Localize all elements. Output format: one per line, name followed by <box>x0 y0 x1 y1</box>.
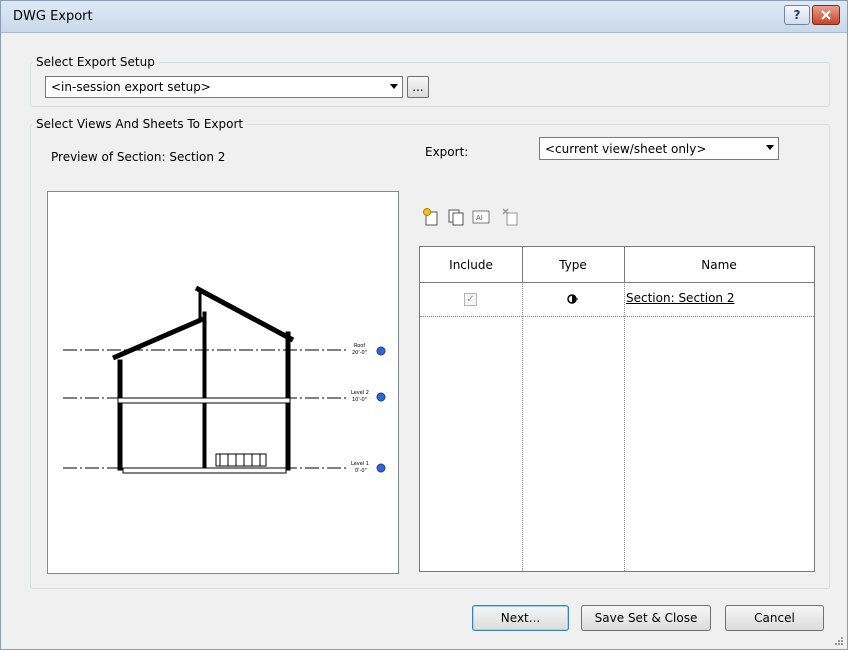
column-divider <box>522 247 523 571</box>
views-table: Include Type Name ✓ Section: Section 2 <box>419 246 815 572</box>
level-elev-roof: 20'-0" <box>352 350 367 356</box>
modify-setup-button[interactable]: ... <box>407 76 429 98</box>
column-include[interactable]: Include <box>420 247 522 283</box>
view-name-link[interactable]: Section: Section 2 <box>626 291 734 305</box>
export-setup-select[interactable]: <in-session export setup> <box>45 76 403 98</box>
section-drawing: Roof 20'-0" Level 2 10'-0" Level 1 0'-0" <box>63 285 386 474</box>
rename-set-icon[interactable]: AI <box>471 207 491 227</box>
table-header: Include Type Name <box>420 247 814 283</box>
close-button[interactable] <box>812 5 840 25</box>
export-scope-select[interactable]: <current view/sheet only> <box>539 137 779 160</box>
help-icon: ? <box>793 8 801 22</box>
cancel-button[interactable]: Cancel <box>725 605 824 631</box>
section-view-icon <box>567 294 578 304</box>
export-setup-legend: Select Export Setup <box>36 55 155 69</box>
level-label-2: Level 2 <box>351 390 369 396</box>
column-divider <box>624 247 625 571</box>
dwg-export-dialog: DWG Export ? Select Export Setup <in-ses… <box>0 0 848 650</box>
row-divider <box>420 316 814 317</box>
export-setup-value: <in-session export setup> <box>51 80 211 94</box>
header-divider <box>522 247 523 283</box>
duplicate-set-icon[interactable] <box>446 207 466 227</box>
resize-grip-icon[interactable] <box>834 636 844 646</box>
chevron-down-icon <box>766 145 774 150</box>
window-title: DWG Export <box>13 9 93 24</box>
next-button[interactable]: Next... <box>472 605 569 631</box>
level-elev-2: 10'-0" <box>352 397 367 403</box>
ellipsis-icon: ... <box>412 80 424 94</box>
preview-title: Preview of Section: Section 2 <box>51 150 226 164</box>
chevron-down-icon <box>390 84 398 89</box>
section-preview: Roof 20'-0" Level 2 10'-0" Level 1 0'-0" <box>47 191 399 574</box>
include-checkbox[interactable]: ✓ <box>464 293 477 306</box>
views-sheets-legend: Select Views And Sheets To Export <box>36 117 244 131</box>
level-label-1: Level 1 <box>351 461 369 467</box>
svg-text:AI: AI <box>476 214 483 222</box>
delete-set-icon[interactable] <box>501 207 521 227</box>
column-type[interactable]: Type <box>522 247 624 283</box>
new-set-icon[interactable] <box>421 207 441 227</box>
close-icon <box>821 10 831 20</box>
export-label: Export: <box>425 145 469 159</box>
title-bar: DWG Export ? <box>1 1 847 33</box>
header-divider <box>624 247 625 283</box>
save-set-close-button[interactable]: Save Set & Close <box>581 605 711 631</box>
level-label-roof: Roof <box>354 343 365 349</box>
level-elev-1: 0'-0" <box>355 468 367 474</box>
help-button[interactable]: ? <box>784 5 810 25</box>
column-name[interactable]: Name <box>624 247 814 283</box>
export-scope-value: <current view/sheet only> <box>545 141 707 156</box>
